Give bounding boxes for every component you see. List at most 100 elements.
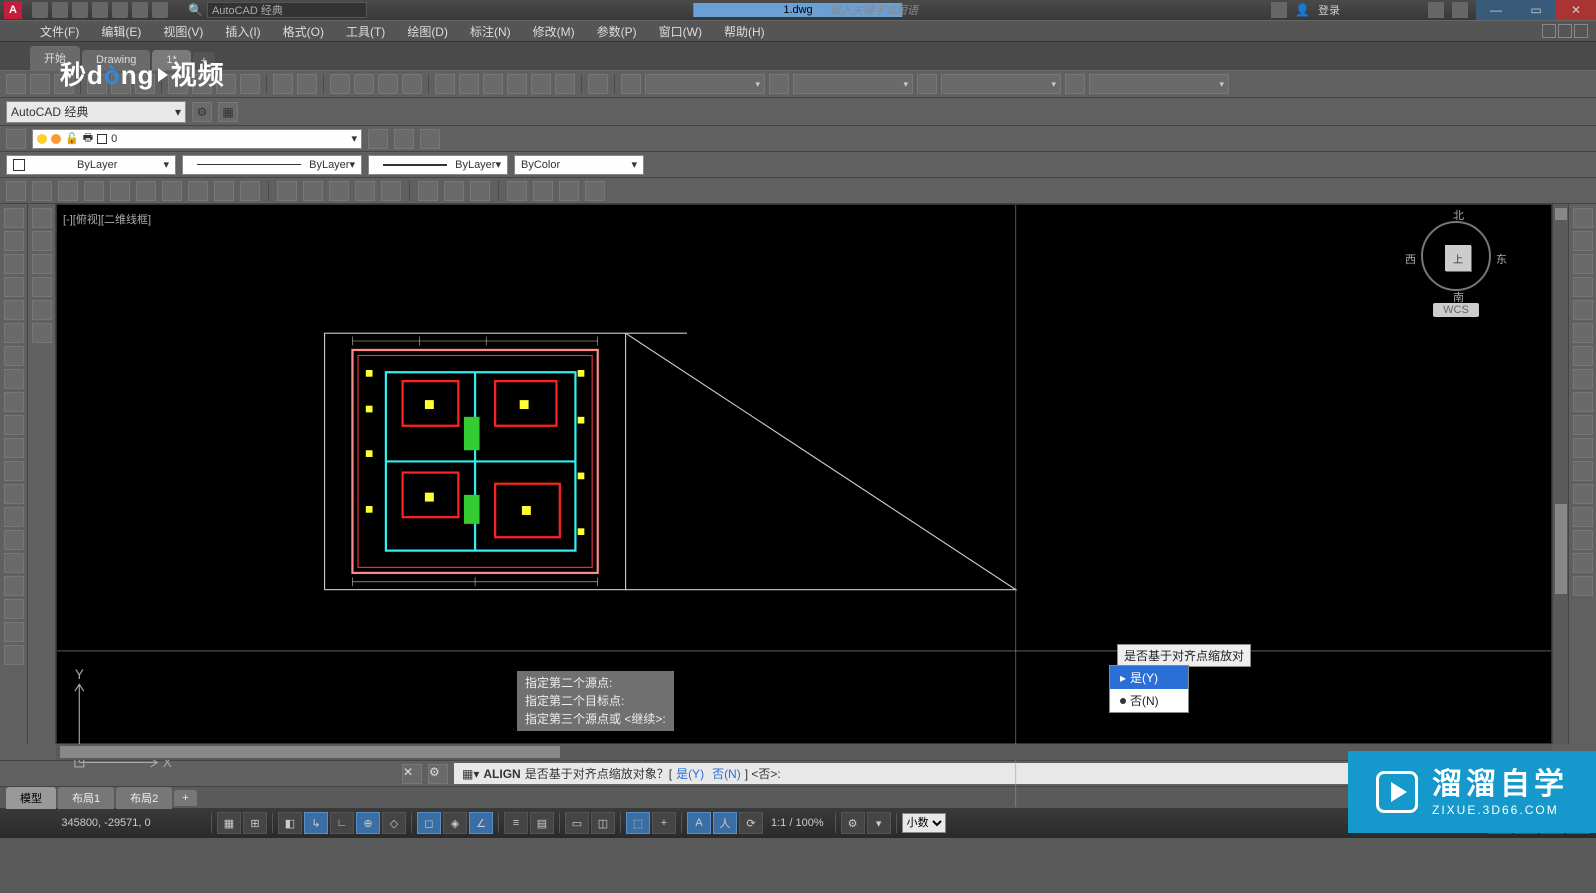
texttofront-icon[interactable] [32,300,52,320]
sheetset-icon[interactable] [507,74,527,94]
copy-icon[interactable] [192,74,212,94]
publish-icon[interactable] [135,74,155,94]
dyn-toggle[interactable]: ↳ [304,812,328,834]
workspace-search-input[interactable] [207,2,367,18]
stretch-icon[interactable] [1573,392,1593,412]
revolve-icon[interactable] [355,181,375,201]
torus-icon[interactable] [162,181,182,201]
lwt-toggle[interactable]: ≡ [504,812,528,834]
cylinder-icon[interactable] [136,181,156,201]
region-icon[interactable] [4,576,24,596]
polar-toggle[interactable]: ⊕ [356,812,380,834]
qat-saveas-icon[interactable] [92,2,108,18]
vertical-scrollbar[interactable] [1552,204,1568,744]
menu-draw[interactable]: 绘图(D) [407,23,448,40]
box-icon[interactable] [32,181,52,201]
3dosnap-toggle[interactable]: ◈ [443,812,467,834]
workspace-save-icon[interactable]: ▦ [218,102,238,122]
mleaderstyle-icon[interactable] [1065,74,1085,94]
hatchtoback-icon[interactable] [32,323,52,343]
3dmove-icon[interactable] [507,181,527,201]
sweep-icon[interactable] [329,181,349,201]
drawing-canvas[interactable]: [-][俯视][二维线框] [56,204,1552,744]
textstyle-icon[interactable] [621,74,641,94]
infer-toggle[interactable]: ◧ [278,812,302,834]
mleaderstyle-combo[interactable]: ▾ [1089,74,1229,94]
scale-icon[interactable] [1573,369,1593,389]
blend-icon[interactable] [1573,553,1593,573]
coords-readout[interactable]: 345800, -29571, 0 [6,817,206,829]
save-icon[interactable] [54,74,74,94]
qat-redo-icon[interactable] [152,2,168,18]
ortho-toggle[interactable]: ∟ [330,812,354,834]
table-icon[interactable] [4,599,24,619]
bringabove-icon[interactable] [32,254,52,274]
option-yes[interactable]: ▸是(Y) [1110,666,1188,689]
sc-toggle[interactable]: ◫ [591,812,615,834]
signin-label[interactable]: 登录 [1318,2,1340,18]
linetype-combo[interactable]: ByLayer▾ [182,155,362,175]
array-icon[interactable] [1573,300,1593,320]
polysolid-icon[interactable] [6,181,26,201]
units-combo[interactable]: 小数 [902,813,946,833]
menu-help[interactable]: 帮助(H) [724,23,765,40]
color-combo[interactable]: ByLayer▾ [6,155,176,175]
3drotate-icon[interactable] [533,181,553,201]
qat-open-icon[interactable] [52,2,68,18]
props-icon[interactable] [435,74,455,94]
menu-file[interactable]: 文件(F) [40,23,79,40]
menu-view[interactable]: 视图(V) [163,23,203,40]
designcenter-icon[interactable] [459,74,479,94]
join-icon[interactable] [1573,484,1593,504]
union-icon[interactable] [418,181,438,201]
qat-save-icon[interactable] [72,2,88,18]
break-icon[interactable] [1573,461,1593,481]
sphere-icon[interactable] [110,181,130,201]
block-icon[interactable] [4,484,24,504]
revcloud-icon[interactable] [4,369,24,389]
point-icon[interactable] [4,507,24,527]
zoom-prev-icon[interactable] [402,74,422,94]
toolpalette-icon[interactable] [483,74,503,94]
insert-icon[interactable] [4,461,24,481]
qp-toggle[interactable]: ▭ [565,812,589,834]
loft-icon[interactable] [381,181,401,201]
zoom-win-icon[interactable] [378,74,398,94]
markup-icon[interactable] [531,74,551,94]
redo-icon[interactable] [297,74,317,94]
menu-window[interactable]: 窗口(W) [659,23,702,40]
sendback-icon[interactable] [32,231,52,251]
offset-icon[interactable] [1573,277,1593,297]
qat-plot-icon[interactable] [112,2,128,18]
gradient-icon[interactable] [4,553,24,573]
move-icon[interactable] [1573,323,1593,343]
exchange-icon[interactable] [1428,2,1444,18]
quickcalc-icon[interactable] [555,74,575,94]
cone-icon[interactable] [84,181,104,201]
annomon-toggle[interactable]: + [652,812,676,834]
polygon-icon[interactable] [4,277,24,297]
subtract-icon[interactable] [444,181,464,201]
annovisibility-icon[interactable]: 人 [713,812,737,834]
new-icon[interactable] [6,74,26,94]
layer-prev-icon[interactable] [368,129,388,149]
annoscale-icon[interactable]: A [687,812,711,834]
hatch-icon[interactable] [4,530,24,550]
grid-toggle[interactable]: ▦ [217,812,241,834]
intersect-icon[interactable] [470,181,490,201]
zoom-readout[interactable]: 1:1 / 100% [765,817,830,829]
workspace-settings-icon[interactable]: ⚙ [192,102,212,122]
gear-status-icon[interactable]: ⚙ [841,812,865,834]
help-icon[interactable] [1452,2,1468,18]
option-no[interactable]: 否(N) [1110,689,1188,712]
mdi-close-button[interactable] [1574,24,1588,38]
tab-current[interactable]: 1* [152,50,190,70]
tablestyle-icon[interactable] [917,74,937,94]
pline-icon[interactable] [4,254,24,274]
zoom-rt-icon[interactable] [354,74,374,94]
window-maximize-button[interactable]: ▭ [1516,0,1556,20]
dimstyle-icon[interactable] [769,74,789,94]
horizontal-scrollbar[interactable] [56,744,1552,760]
sendunder-icon[interactable] [32,277,52,297]
menu-edit[interactable]: 编辑(E) [101,23,141,40]
